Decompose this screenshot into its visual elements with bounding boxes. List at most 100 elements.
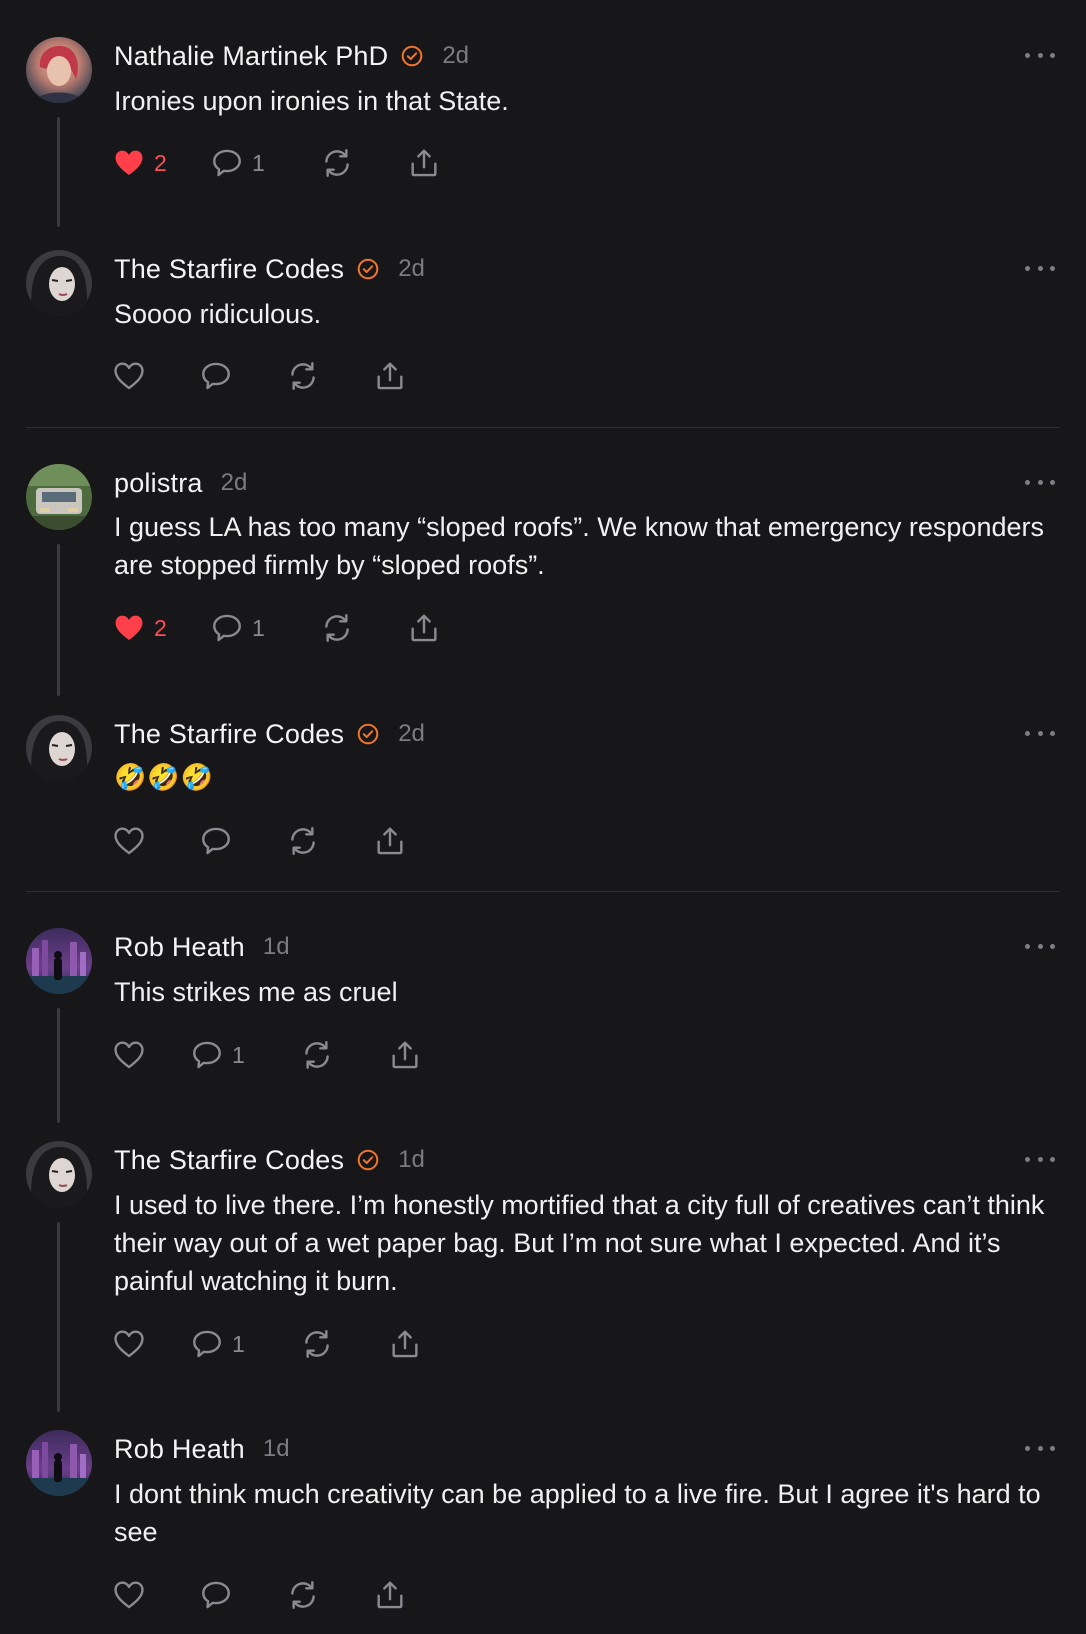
share-button[interactable] (373, 1577, 407, 1613)
comment-button[interactable] (199, 1577, 233, 1613)
like-button[interactable]: 2 (112, 610, 167, 646)
share-button[interactable] (407, 145, 441, 181)
comment-count: 1 (252, 614, 265, 641)
repost-button[interactable] (286, 358, 320, 394)
more-options-icon[interactable] (1025, 1154, 1055, 1164)
thread-line (57, 117, 60, 227)
post-time: 2d (220, 469, 248, 496)
post-time: 2d (398, 255, 425, 282)
like-count: 2 (154, 614, 167, 641)
thread-divider (26, 891, 1060, 892)
comment-icon (199, 359, 233, 393)
comment-button[interactable]: 1 (190, 1326, 245, 1362)
comment-icon (190, 1038, 224, 1072)
repost-button[interactable] (300, 1326, 334, 1362)
repost-button[interactable] (300, 1037, 334, 1073)
repost-icon (300, 1038, 334, 1072)
thread-line (57, 1222, 60, 1412)
thread-line (57, 1008, 60, 1123)
avatar[interactable] (26, 1430, 92, 1496)
comment-button[interactable]: 1 (210, 145, 265, 181)
more-options-icon[interactable] (1025, 263, 1055, 273)
heart-icon (112, 359, 146, 393)
like-button[interactable] (112, 358, 146, 394)
post-text: This strikes me as cruel (114, 977, 398, 1007)
comment-button[interactable] (199, 823, 233, 859)
share-icon (388, 1327, 422, 1361)
heart-icon (112, 611, 146, 645)
verified-badge-icon (356, 1148, 380, 1172)
comment-icon (210, 146, 244, 180)
repost-icon (286, 359, 320, 393)
comment-icon (190, 1327, 224, 1361)
avatar[interactable] (26, 1141, 92, 1207)
post-time: 1d (398, 1146, 425, 1173)
repost-icon (300, 1327, 334, 1361)
post-time: 1d (262, 1435, 290, 1462)
share-button[interactable] (373, 358, 407, 394)
comment-button[interactable] (199, 358, 233, 394)
share-icon (373, 359, 407, 393)
author-name[interactable]: The Starfire Codes (114, 719, 344, 750)
like-button[interactable] (112, 823, 146, 859)
avatar[interactable] (26, 464, 92, 530)
repost-button[interactable] (320, 610, 354, 646)
verified-badge-icon (400, 44, 424, 68)
author-name[interactable]: The Starfire Codes (114, 254, 344, 285)
share-button[interactable] (407, 610, 441, 646)
share-button[interactable] (388, 1326, 422, 1362)
comment-icon (199, 1578, 233, 1612)
repost-button[interactable] (286, 823, 320, 859)
comment-button[interactable]: 1 (190, 1037, 245, 1073)
comment-button[interactable]: 1 (210, 610, 265, 646)
avatar[interactable] (26, 250, 92, 316)
author-name[interactable]: The Starfire Codes (114, 1145, 344, 1176)
more-options-icon[interactable] (1025, 941, 1055, 951)
verified-badge-icon (356, 722, 380, 746)
comment-count: 1 (232, 1041, 245, 1068)
post-text: Ironies upon ironies in that State. (114, 86, 509, 116)
more-options-icon[interactable] (1025, 1443, 1055, 1453)
author-name[interactable]: Nathalie Martinek PhD (114, 41, 388, 72)
heart-icon (112, 1578, 146, 1612)
like-button[interactable]: 2 (112, 145, 167, 181)
post-text: I dont think much creativity can be appl… (114, 1479, 1041, 1547)
heart-icon (112, 1327, 146, 1361)
comment-count: 1 (252, 149, 265, 176)
thread-divider (26, 427, 1060, 428)
more-options-icon[interactable] (1025, 50, 1055, 60)
like-button[interactable] (112, 1577, 146, 1613)
share-button[interactable] (373, 823, 407, 859)
verified-badge-icon (356, 257, 380, 281)
share-icon (407, 611, 441, 645)
avatar[interactable] (26, 715, 92, 781)
comment-icon (210, 611, 244, 645)
author-name[interactable]: polistra (114, 468, 203, 499)
comment-icon (199, 824, 233, 858)
like-button[interactable] (112, 1037, 146, 1073)
post-time: 1d (262, 933, 290, 960)
repost-button[interactable] (286, 1577, 320, 1613)
post-text: 🤣🤣🤣 (114, 762, 215, 792)
like-count: 2 (154, 149, 167, 176)
heart-icon (112, 146, 146, 180)
more-options-icon[interactable] (1025, 728, 1055, 738)
avatar[interactable] (26, 37, 92, 103)
heart-icon (112, 1038, 146, 1072)
thread-line (57, 544, 60, 696)
like-button[interactable] (112, 1326, 146, 1362)
post-text: I used to live there. I’m honestly morti… (114, 1190, 1045, 1296)
post-text: Soooo ridiculous. (114, 299, 322, 329)
author-name[interactable]: Rob Heath (114, 1434, 245, 1465)
post-time: 2d (398, 720, 425, 747)
post-text: I guess LA has too many “sloped roofs”. … (114, 512, 1044, 580)
more-options-icon[interactable] (1025, 477, 1055, 487)
comment-count: 1 (232, 1330, 245, 1357)
avatar[interactable] (26, 928, 92, 994)
author-name[interactable]: Rob Heath (114, 932, 245, 963)
repost-icon (320, 146, 354, 180)
repost-button[interactable] (320, 145, 354, 181)
share-button[interactable] (388, 1037, 422, 1073)
repost-icon (286, 824, 320, 858)
share-icon (373, 824, 407, 858)
